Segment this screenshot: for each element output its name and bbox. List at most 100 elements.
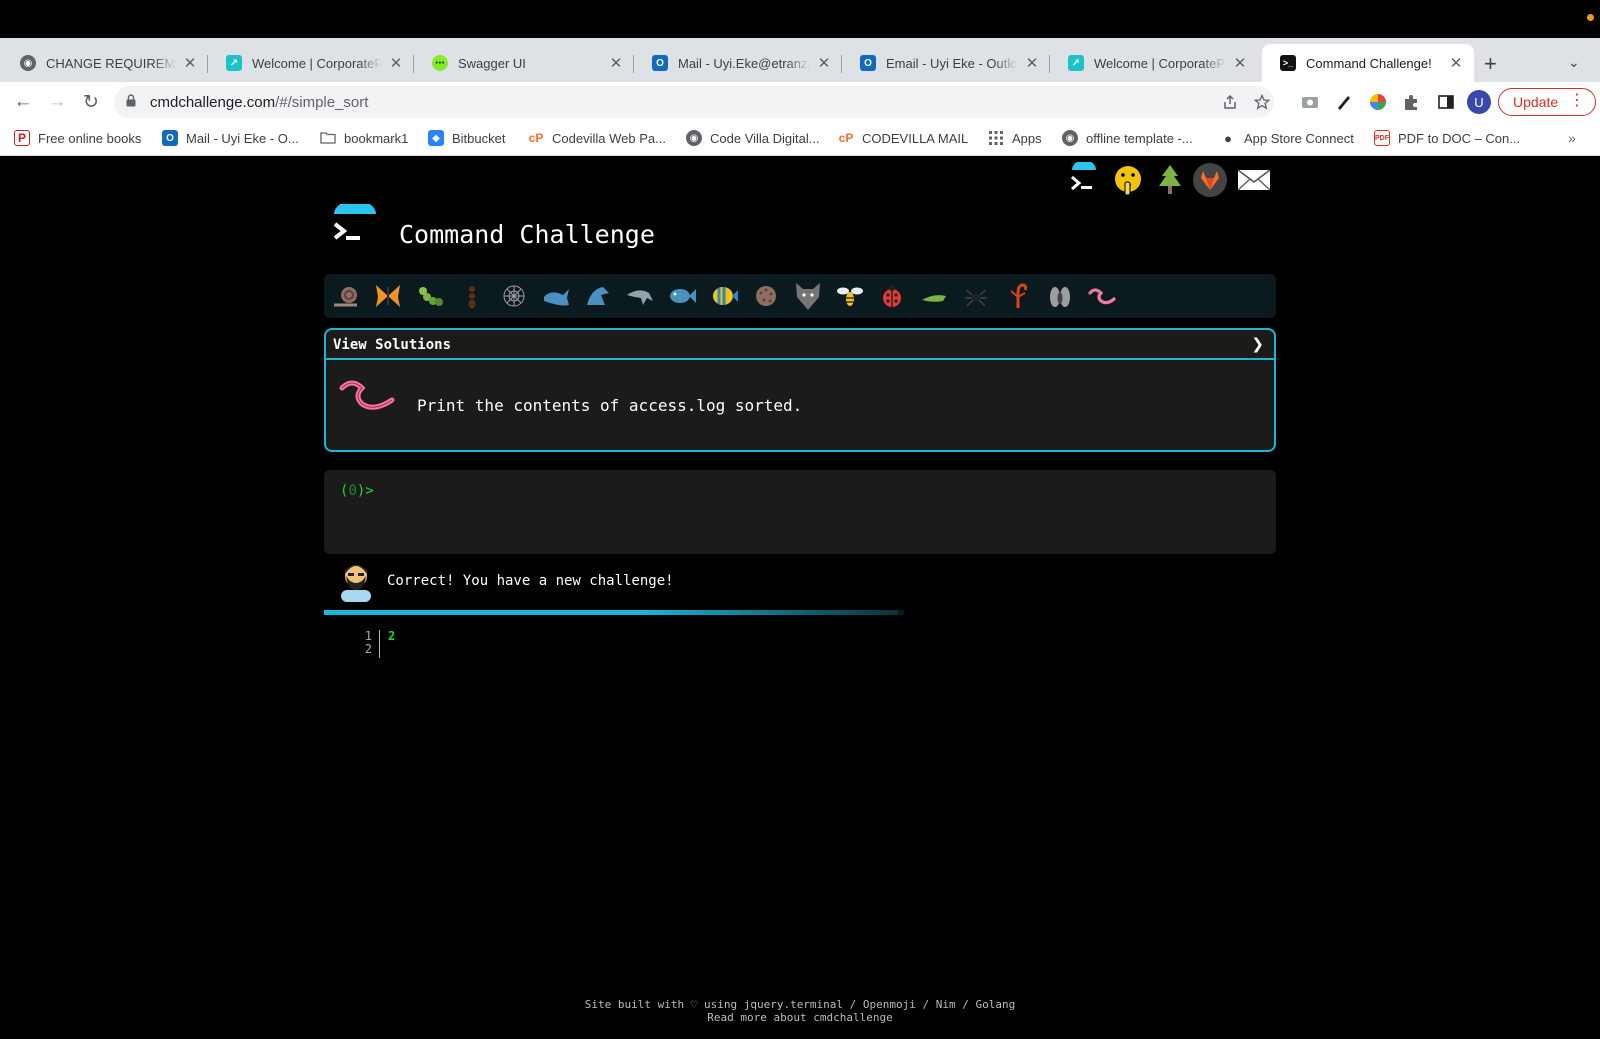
footer-read-more-link[interactable]: Read more about cmdchallenge <box>0 1011 1600 1024</box>
close-icon[interactable]: ✕ <box>1024 54 1040 72</box>
ladybug-icon[interactable] <box>876 280 908 312</box>
bookmark-bitbucket[interactable]: ◆ Bitbucket <box>428 130 505 146</box>
bookmark-mail[interactable]: O Mail - Uyi Eke - O... <box>162 130 299 146</box>
apple-icon: ● <box>1224 130 1232 146</box>
tab-swagger[interactable]: ⋯ Swagger UI ✕ <box>414 44 634 82</box>
notification-dot-icon <box>1587 14 1594 21</box>
worm-icon <box>339 380 395 410</box>
cricket-icon[interactable] <box>918 280 950 312</box>
url-text: cmdchallenge.com/#/simple_sort <box>150 94 368 111</box>
pen-icon[interactable] <box>1334 92 1354 112</box>
fish-icon[interactable] <box>666 280 698 312</box>
cmdchallenge-page: Command Challenge View Solutions ❯ Print… <box>0 156 1600 1039</box>
address-bar[interactable]: cmdchallenge.com/#/simple_sort <box>114 86 1274 118</box>
cpanel-icon: cP <box>838 131 854 145</box>
whale-icon[interactable] <box>540 280 572 312</box>
bookmark-free-online-books[interactable]: P Free online books <box>14 130 141 146</box>
shark-icon[interactable] <box>582 280 614 312</box>
globe-icon: ◉ <box>1062 130 1078 146</box>
bookmark-label: Free online books <box>38 130 142 146</box>
url-path: /#/simple_sort <box>275 94 369 111</box>
snail-icon[interactable] <box>330 280 362 312</box>
view-solutions-toggle[interactable]: View Solutions ❯ <box>326 330 1274 360</box>
footer-credits[interactable]: Site built with ♡ using jquery.terminal … <box>0 998 1600 1011</box>
tab-email-outlook[interactable]: O Email - Uyi Eke - Outlook ✕ <box>842 44 1050 82</box>
tab-title: Welcome | CorporatePay <box>1094 55 1226 71</box>
close-icon[interactable]: ✕ <box>1448 54 1464 72</box>
bookmark-codevilla-web[interactable]: cP Codevilla Web Pa... <box>528 130 666 146</box>
bookmark-folder-bookmark1[interactable]: bookmark1 <box>320 130 408 146</box>
star-icon[interactable] <box>1254 94 1270 110</box>
shushing-face-icon[interactable] <box>1110 162 1146 198</box>
fly-icon[interactable] <box>1044 280 1076 312</box>
close-icon[interactable]: ✕ <box>608 54 624 72</box>
camera-icon[interactable] <box>1300 92 1320 112</box>
new-tab-plus-icon[interactable]: + <box>1484 51 1497 77</box>
outlook-icon: O <box>162 130 178 146</box>
level-selector <box>324 274 1276 318</box>
more-bookmarks-chevron-icon[interactable]: » <box>1568 130 1576 146</box>
prompt-close: )> <box>356 483 374 499</box>
update-button[interactable]: Update ⋮ <box>1498 88 1596 116</box>
forward-arrow-icon[interactable]: → <box>44 89 70 115</box>
terminal-prompt: (0)> <box>340 483 374 499</box>
envelope-icon[interactable] <box>1236 162 1272 198</box>
bookmark-app-store-connect[interactable]: ● App Store Connect <box>1220 130 1354 146</box>
tab-corporatepay-2[interactable]: ↗ Welcome | CorporatePay ✕ <box>1050 44 1258 82</box>
kebab-menu-icon[interactable]: ⋮ <box>1569 92 1585 110</box>
gutter-divider <box>379 630 380 658</box>
terminal-input[interactable]: (0)> <box>324 470 1276 554</box>
tab-corporatepay-1[interactable]: ↗ Welcome | CorporatePay ✕ <box>208 44 414 82</box>
close-icon[interactable]: ✕ <box>1232 54 1248 72</box>
bookmark-pdf-to-doc[interactable]: PDF PDF to DOC – Con... <box>1374 130 1520 146</box>
globe-icon: ◉ <box>20 55 36 71</box>
terminal-icon: >_ <box>1280 55 1296 71</box>
bookmark-apps[interactable]: Apps <box>988 130 1042 146</box>
tree-icon[interactable] <box>1152 162 1188 198</box>
blowfish-icon[interactable] <box>750 280 782 312</box>
close-icon[interactable]: ✕ <box>388 54 404 72</box>
dolphin-icon[interactable] <box>624 280 656 312</box>
wolf-icon[interactable] <box>792 280 824 312</box>
bee-icon[interactable] <box>834 280 866 312</box>
back-arrow-icon[interactable]: ← <box>10 89 36 115</box>
bearded-man-avatar-icon <box>341 565 371 602</box>
profile-avatar[interactable]: U <box>1467 90 1491 114</box>
chevron-right-icon[interactable]: ❯ <box>1251 335 1264 353</box>
tab-mail[interactable]: O Mail - Uyi.Eke@etranzact ✕ <box>634 44 842 82</box>
share-icon[interactable] <box>1222 94 1238 110</box>
terminal-logo-icon[interactable] <box>332 204 378 250</box>
bookmark-label: bookmark1 <box>344 130 409 146</box>
worm-icon[interactable] <box>1086 280 1118 312</box>
progress-fill <box>324 610 899 615</box>
close-icon[interactable]: ✕ <box>816 54 832 72</box>
close-icon[interactable]: ✕ <box>182 54 198 72</box>
bookmark-codevilla-mail[interactable]: cP CODEVILLA MAIL <box>838 130 969 146</box>
tropical-fish-icon[interactable] <box>708 280 740 312</box>
extensions-puzzle-icon[interactable] <box>1402 92 1422 112</box>
bookmark-label: App Store Connect <box>1244 130 1354 146</box>
side-panel-icon[interactable] <box>1436 92 1456 112</box>
tab-change-requirements[interactable]: ◉ CHANGE REQUIREMENTS ✕ <box>2 44 208 82</box>
terminal-logo-icon[interactable] <box>1066 162 1102 198</box>
web-icon[interactable] <box>498 280 530 312</box>
progress-bar <box>324 610 904 615</box>
bookmark-label: Codevilla Web Pa... <box>552 130 666 146</box>
tab-title: Mail - Uyi.Eke@etranzact <box>678 55 810 71</box>
bookmark-label: Bitbucket <box>452 130 506 146</box>
tab-title: CHANGE REQUIREMENTS <box>46 55 176 71</box>
spider-icon[interactable] <box>960 280 992 312</box>
bookmark-offline-template[interactable]: ◉ offline template -... <box>1062 130 1193 146</box>
caterpillar-icon[interactable] <box>414 280 446 312</box>
butterfly-icon[interactable] <box>372 280 404 312</box>
gitlab-icon[interactable] <box>1192 162 1228 198</box>
tab-title: Welcome | CorporatePay <box>252 55 382 71</box>
command-output: 1 2 2 <box>356 630 456 662</box>
scorpion-icon[interactable] <box>1002 280 1034 312</box>
ant-icon[interactable] <box>456 280 488 312</box>
tab-search-chevron-icon[interactable]: ⌄ <box>1568 54 1580 71</box>
color-wheel-icon[interactable] <box>1368 92 1388 112</box>
bookmark-code-villa-digital[interactable]: ◉ Code Villa Digital... <box>686 130 820 146</box>
tab-command-challenge[interactable]: >_ Command Challenge! ✕ <box>1262 44 1474 82</box>
reload-icon[interactable]: ↻ <box>78 89 104 115</box>
